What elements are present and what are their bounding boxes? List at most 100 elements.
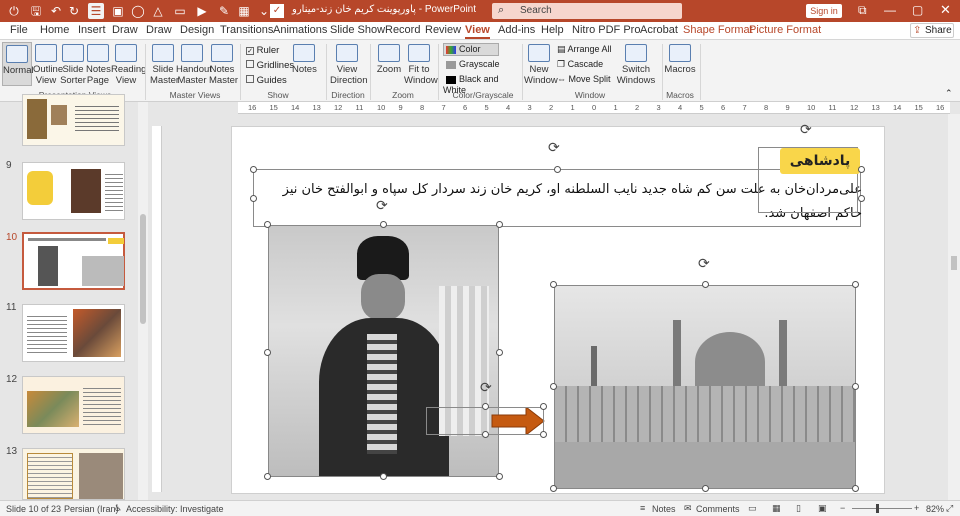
slide-thumbnail-8[interactable] (22, 94, 125, 146)
handout-master-button[interactable]: Handout Master (176, 44, 212, 86)
zoom-out-icon[interactable]: − (840, 503, 845, 513)
tab-file[interactable]: File (10, 24, 28, 36)
selection-handle[interactable] (482, 431, 489, 438)
circle-icon[interactable]: ◯ (130, 3, 146, 19)
reading-view-button[interactable]: Reading View (111, 44, 146, 86)
selection-handle[interactable] (858, 195, 865, 202)
selection-handle[interactable] (496, 473, 503, 480)
macros-button[interactable]: Macros (664, 44, 696, 75)
grayscale-button[interactable]: Grayscale (443, 59, 503, 72)
tab-view[interactable]: View (465, 24, 490, 39)
switch-windows-button[interactable]: Switch Windows (614, 44, 658, 86)
selection-handle[interactable] (550, 281, 557, 288)
check-icon[interactable]: ✓ (270, 4, 284, 18)
tab-add-ins[interactable]: Add-ins (498, 24, 535, 36)
selection-handle[interactable] (496, 349, 503, 356)
slideshow-icon[interactable]: ▶ (194, 3, 210, 19)
tab-draw[interactable]: Draw (112, 24, 138, 36)
notes-master-button[interactable]: Notes Master (209, 44, 238, 86)
rotate-handle-icon[interactable]: ⟳ (480, 379, 492, 396)
accessibility-status[interactable]: Accessibility: Investigate (126, 504, 224, 514)
tab-picture-format[interactable]: Picture Format (749, 24, 821, 36)
cascade-button[interactable]: ❐ Cascade (557, 59, 603, 70)
shapes-icon[interactable]: △ (150, 3, 166, 19)
tab-slide-show[interactable]: Slide Show (330, 24, 385, 36)
notes-toggle[interactable]: Notes (652, 504, 676, 514)
table-icon[interactable]: ▦ (236, 3, 252, 19)
new-window-button[interactable]: New Window (524, 44, 558, 86)
gridlines-checkbox[interactable]: Gridlines (246, 60, 294, 71)
rotate-handle-icon[interactable]: ⟳ (800, 121, 812, 138)
tab-home[interactable]: Home (40, 24, 69, 36)
tab-design[interactable]: Design (180, 24, 214, 36)
slide-master-button[interactable]: Slide Master (150, 44, 179, 86)
zoom-slider-track[interactable] (852, 508, 912, 509)
notes-page-button[interactable]: Notes Page (86, 44, 111, 86)
format-icon[interactable]: ▣ (110, 3, 126, 19)
slideshow-status-icon[interactable]: ▣ (818, 503, 827, 514)
slide-title[interactable]: پادشاهی (780, 148, 860, 174)
zoom-in-icon[interactable]: + (914, 503, 919, 513)
selection-handle[interactable] (496, 221, 503, 228)
selection-handle[interactable] (264, 221, 271, 228)
redo-icon[interactable]: ↻ (66, 3, 82, 19)
normal-view-status-icon[interactable]: ▭ (748, 503, 757, 514)
slide-thumbnail-13[interactable] (22, 448, 125, 500)
tab-insert[interactable]: Insert (78, 24, 106, 36)
selection-handle[interactable] (550, 383, 557, 390)
tab-shape-format[interactable]: Shape Format (683, 24, 753, 36)
collapse-ribbon-icon[interactable]: ⌃ (945, 88, 953, 99)
tab-draw-2[interactable]: Draw (146, 24, 172, 36)
rotate-handle-icon[interactable]: ⟳ (698, 255, 710, 272)
rotate-handle-icon[interactable]: ⟳ (548, 139, 560, 156)
panel-scrollbar-thumb[interactable] (140, 214, 146, 324)
tab-nitro[interactable]: Nitro PDF Pro (572, 24, 640, 36)
selection-handle[interactable] (540, 431, 547, 438)
tab-acrobat[interactable]: Acrobat (640, 24, 678, 36)
slide-scrollbar[interactable] (948, 114, 960, 500)
maximize-icon[interactable]: ▢ (912, 3, 923, 17)
mosque-engraving[interactable] (554, 285, 856, 489)
portrait-photo[interactable] (268, 225, 499, 477)
selection-handle[interactable] (702, 281, 709, 288)
minimize-icon[interactable]: — (884, 3, 896, 17)
arrange-all-button[interactable]: ▤ Arrange All (557, 44, 612, 55)
ruler-checkbox[interactable]: ✓ Ruler (246, 45, 279, 56)
autosave-toggle-icon[interactable]: ⏻ (6, 3, 22, 19)
tab-review[interactable]: Review (425, 24, 461, 36)
slide-canvas[interactable]: علی‌مردان‌خان به علت سن کم شاه جدید نایب… (231, 121, 885, 494)
selection-handle[interactable] (380, 473, 387, 480)
zoom-button[interactable]: Zoom (374, 44, 404, 75)
notes-button[interactable]: Notes (292, 44, 317, 75)
guides-checkbox[interactable]: Guides (246, 75, 287, 86)
tab-record[interactable]: Record (385, 24, 420, 36)
selection-handle[interactable] (264, 349, 271, 356)
move-split-button[interactable]: ⇔ Move Split (557, 74, 611, 84)
share-button[interactable]: ⇪ Share (910, 23, 954, 38)
view-direction-button[interactable]: View Direction (330, 44, 368, 86)
slide-thumbnail-10-selected[interactable] (22, 232, 125, 290)
rotate-handle-icon[interactable]: ⟳ (376, 197, 388, 214)
search-box[interactable]: ⌕ Search (492, 3, 682, 19)
fit-slide-icon[interactable]: ⤢ (946, 503, 953, 514)
sign-in-button[interactable]: Sign in (806, 4, 842, 18)
close-icon[interactable]: ✕ (940, 2, 951, 18)
save-icon[interactable]: 🖫 (28, 3, 44, 19)
black-and-white-button[interactable]: Black and White (443, 74, 523, 95)
selection-handle[interactable] (702, 485, 709, 492)
outline-view-button[interactable]: Outline View (33, 44, 63, 86)
slide-sorter-status-icon[interactable]: ▦ (772, 503, 781, 514)
tab-transitions[interactable]: Transitions (220, 24, 273, 36)
selection-handle[interactable] (482, 403, 489, 410)
normal-view-button[interactable]: Normal (2, 42, 34, 86)
reading-view-status-icon[interactable]: ▯ (796, 503, 801, 514)
selection-handle[interactable] (264, 473, 271, 480)
slide-thumbnail-9[interactable] (22, 162, 125, 220)
zoom-slider-thumb[interactable] (876, 504, 879, 513)
selection-handle[interactable] (554, 166, 561, 173)
language-indicator[interactable]: Persian (Iran) (64, 504, 119, 514)
selection-handle[interactable] (550, 485, 557, 492)
selection-handle[interactable] (852, 383, 859, 390)
panel-scrollbar[interactable] (138, 102, 148, 500)
selection-handle[interactable] (540, 403, 547, 410)
